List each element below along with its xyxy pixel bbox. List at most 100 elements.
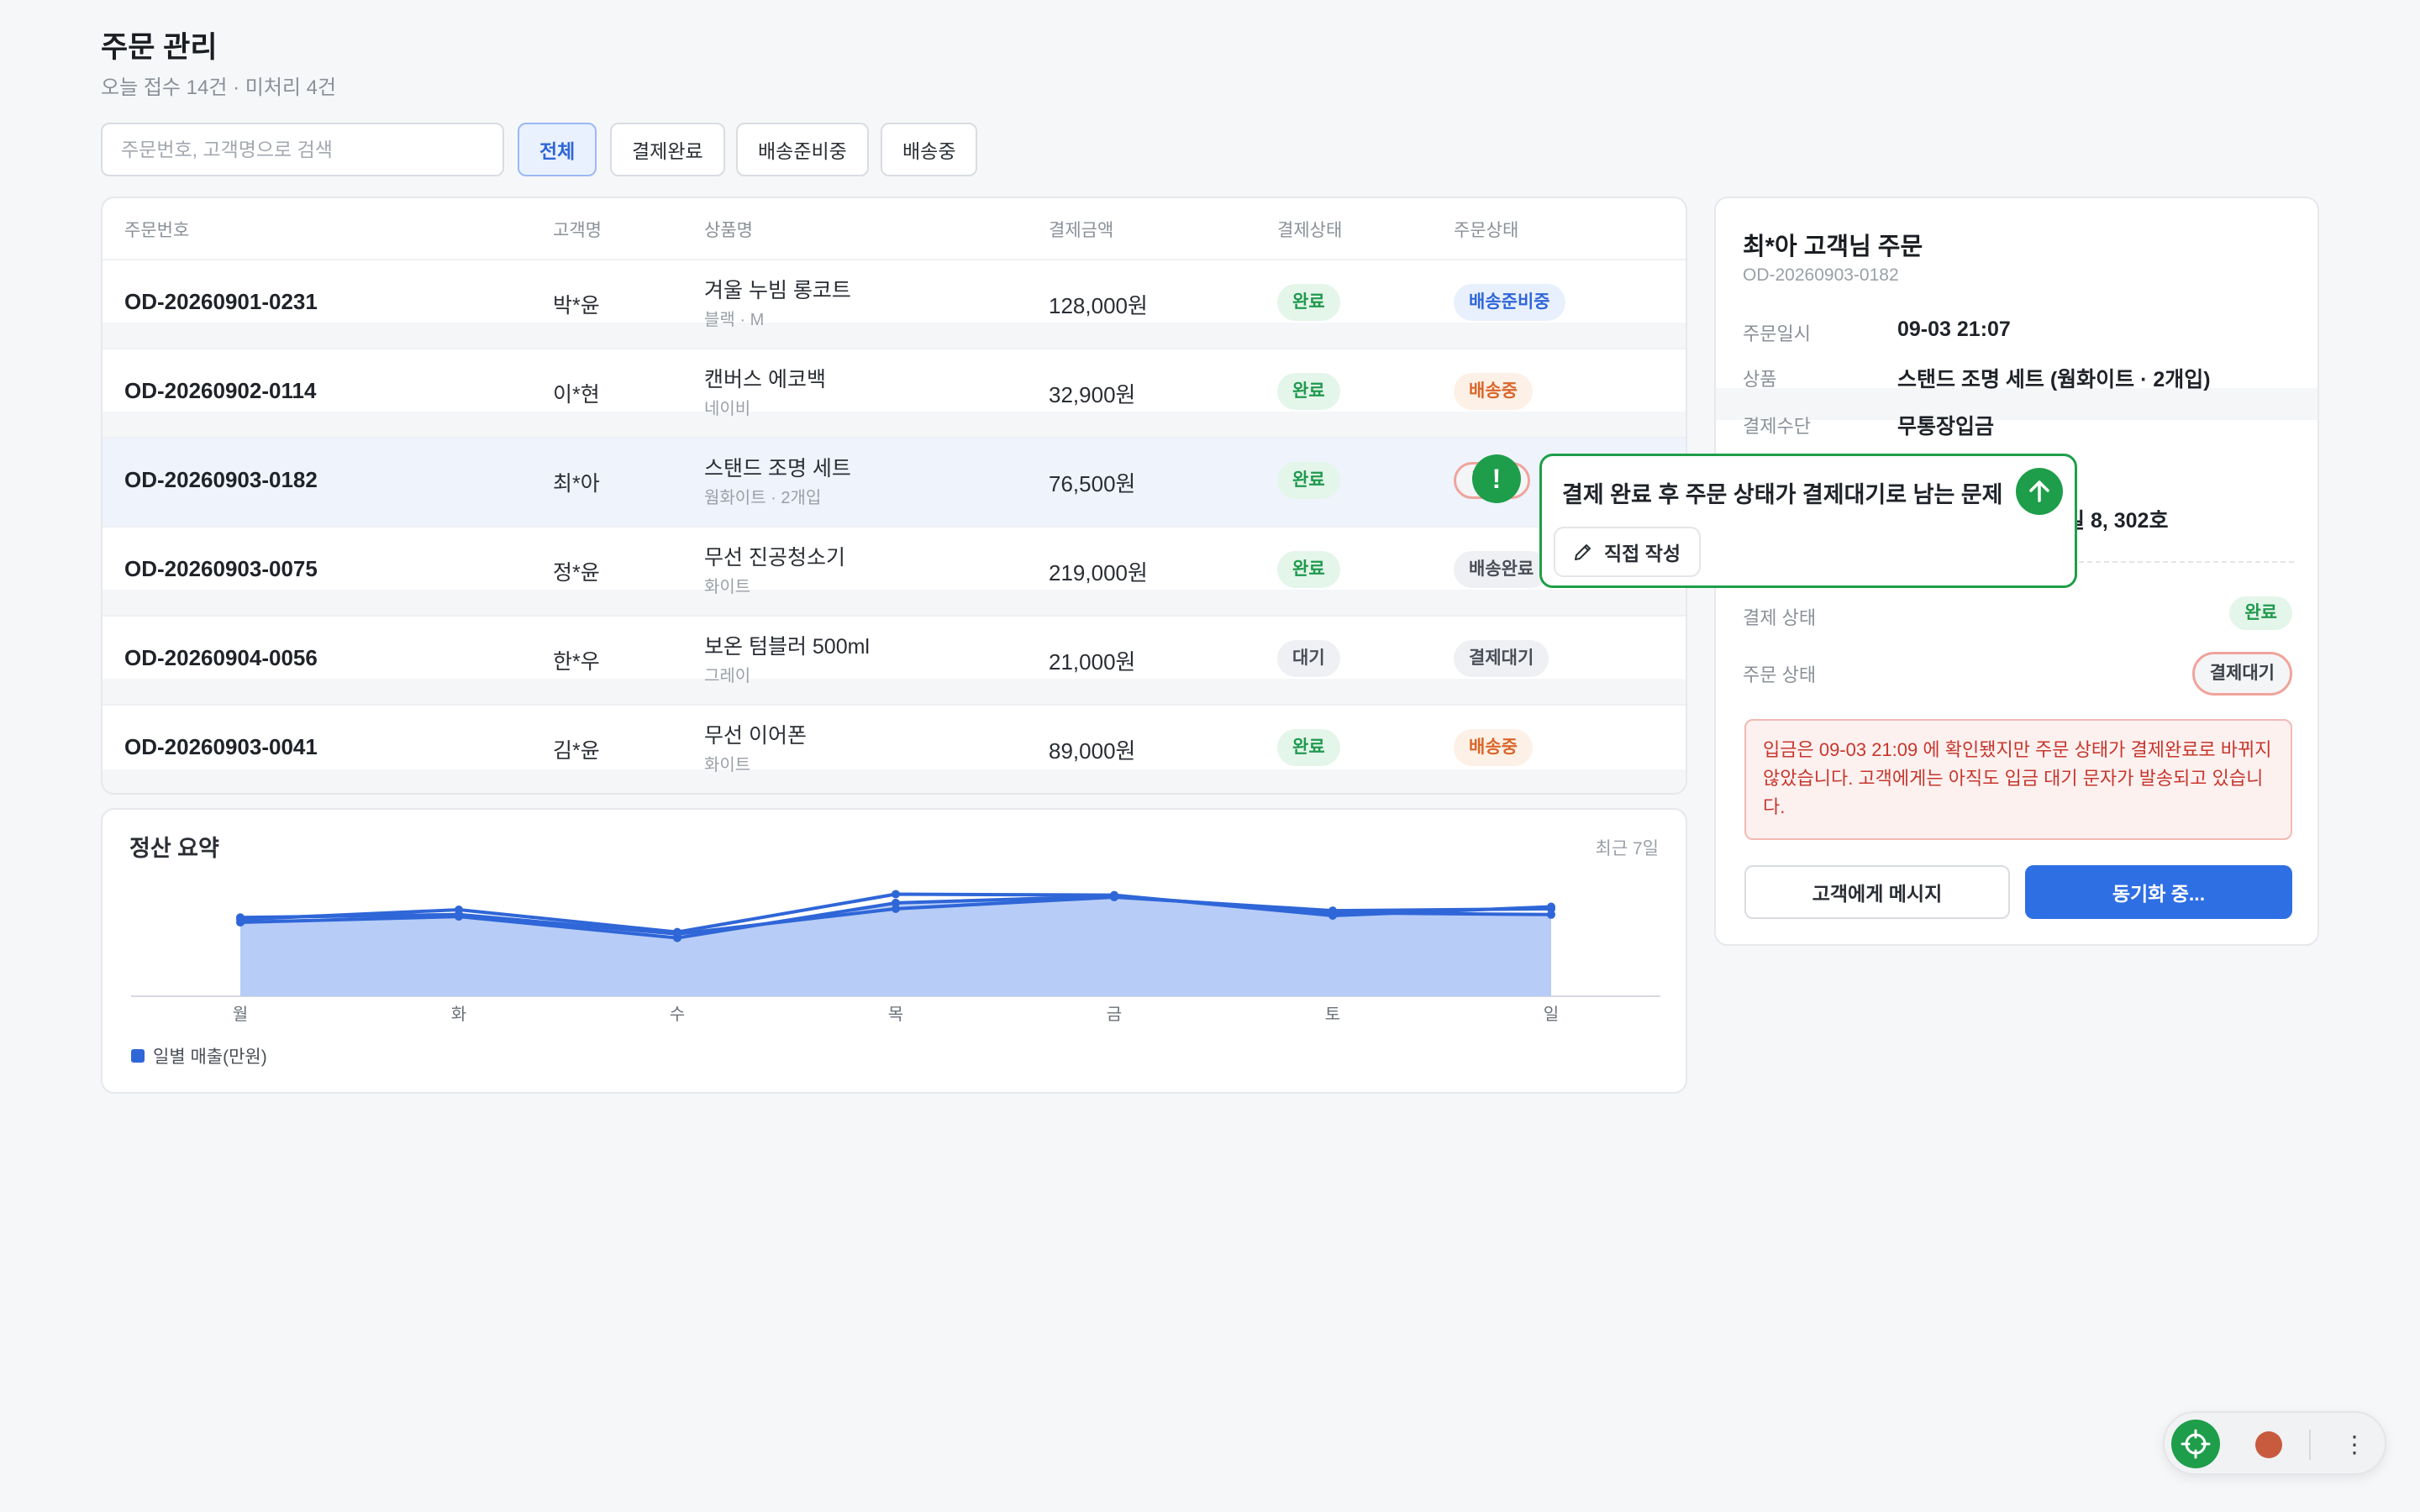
pay-status-badge: 완료 [1277, 551, 1340, 588]
filter-shipping-button[interactable]: 배송중 [881, 123, 978, 176]
detail-title: 최*아 고객님 주문 [1743, 234, 1923, 260]
data-point [1110, 890, 1118, 900]
column-pay-status[interactable]: 결제상태 [1277, 217, 1342, 242]
product-name: 캔버스 에코백 [704, 368, 826, 391]
customer-name: 이*현 [553, 383, 600, 407]
order-number: OD-20260902-0114 [124, 378, 317, 403]
table-row[interactable]: OD-20260903-0041 김*윤 무선 이어폰 화이트 89,000원 … [103, 706, 1686, 793]
product-name: 보온 텀블러 500ml [704, 635, 870, 659]
pay-status-badge: 완료 [1277, 729, 1340, 766]
detail-order-id: OD-20260903-0182 [1743, 265, 1899, 285]
order-amount: 32,900원 [1049, 382, 1136, 407]
arrow-up-icon [2029, 480, 2049, 502]
orders-table: 주문번호 고객명 상품명 결제금액 결제상태 주문상태 OD-20260901-… [101, 197, 1687, 795]
order-status-label: 주문 상태 [1743, 664, 1817, 685]
product-option: 화이트 [704, 756, 751, 774]
pay-status-badge: 대기 [1277, 640, 1340, 677]
pay-status-label: 결제 상태 [1743, 607, 1817, 628]
page-subtitle: 오늘 접수 14건 · 미처리 4건 [101, 76, 337, 99]
message-customer-button[interactable]: 고객에게 메시지 [1744, 865, 2010, 919]
filter-all-button[interactable]: 전체 [518, 123, 597, 176]
order-number: OD-20260903-0182 [124, 467, 318, 492]
legend-label: 일별 매출(만원) [153, 1047, 267, 1067]
data-point [892, 890, 900, 899]
detail-pay-status-badge: 완료 [2229, 596, 2292, 630]
payment-method-label: 결제수단 [1743, 416, 1811, 437]
order-amount: 76,500원 [1049, 471, 1136, 496]
order-number: OD-20260903-0075 [124, 556, 318, 581]
pay-status-badge: 완료 [1277, 284, 1340, 321]
data-point [236, 915, 245, 924]
pencil-icon [1575, 544, 1591, 560]
data-point [1328, 911, 1337, 920]
product-option: 그레이 [704, 667, 751, 685]
legend-swatch [131, 1049, 145, 1063]
table-row[interactable]: OD-20260901-0231 박*윤 겨울 누빔 롱코트 블랙 · M 12… [103, 260, 1686, 349]
chart-legend: 일별 매출(만원) [131, 1043, 267, 1068]
detail-order-status-badge: 결제대기 [2191, 652, 2292, 696]
order-status-badge: 배송중 [1454, 373, 1533, 410]
x-tick-label: 금 [1107, 1005, 1122, 1024]
submit-arrow-button[interactable] [2016, 468, 2063, 515]
table-row[interactable]: OD-20260903-0075 정*윤 무선 진공청소기 화이트 219,00… [103, 528, 1686, 617]
x-tick-label: 일 [1544, 1005, 1559, 1024]
product-name: 겨울 누빔 롱코트 [704, 279, 851, 302]
product-option: 웜화이트 · 2개입 [704, 489, 822, 507]
customer-name: 한*우 [553, 650, 600, 674]
issue-suggestion-text[interactable]: 결제 완료 후 주문 상태가 결제대기로 남는 문제 [1562, 476, 2002, 509]
data-point [892, 904, 900, 913]
issue-popover: 결제 완료 후 주문 상태가 결제대기로 남는 문제 직접 작성 [1539, 454, 2077, 588]
more-options-icon[interactable]: ⋮ [2338, 1426, 2371, 1463]
order-amount: 21,000원 [1049, 649, 1136, 675]
filter-preparing-button[interactable]: 배송준비중 [736, 123, 869, 176]
column-customer[interactable]: 고객명 [553, 217, 602, 242]
toolbar-divider [2309, 1430, 2311, 1460]
order-date-value: 09-03 21:07 [1897, 318, 2011, 341]
order-status-badge: 배송완료 [1454, 551, 1549, 588]
product-option: 블랙 · M [704, 311, 765, 329]
order-amount: 128,000원 [1049, 293, 1148, 318]
pay-status-badge: 완료 [1277, 373, 1340, 410]
customer-name: 김*윤 [553, 739, 600, 763]
crosshair-button[interactable] [2171, 1420, 2220, 1468]
x-tick-label: 토 [1325, 1005, 1340, 1024]
write-manually-label: 직접 작성 [1604, 543, 1681, 564]
search-input[interactable] [101, 123, 504, 176]
sync-error-alert: 입금은 09-03 21:09 에 확인됐지만 주문 상태가 결제완료로 바뀌지… [1744, 719, 2292, 840]
column-order-status[interactable]: 주문상태 [1454, 217, 1518, 242]
product-name: 스탠드 조명 세트 [704, 457, 851, 480]
column-product[interactable]: 상품명 [704, 217, 753, 242]
x-tick-label: 월 [233, 1005, 248, 1024]
warning-icon[interactable]: ! [1472, 454, 1521, 503]
column-amount[interactable]: 결제금액 [1049, 217, 1113, 242]
order-number: OD-20260901-0231 [124, 289, 318, 314]
record-button[interactable] [2255, 1431, 2282, 1458]
product-label: 상품 [1743, 369, 1777, 390]
data-point [673, 927, 681, 937]
sync-button[interactable]: 동기화 중... [2025, 865, 2292, 919]
agent-toolbar: ⋮ [2163, 1411, 2386, 1475]
customer-name: 최*아 [553, 472, 600, 496]
order-status-badge: 배송준비중 [1454, 284, 1565, 321]
page-title: 주문 관리 [101, 31, 218, 64]
customer-name: 박*윤 [553, 294, 600, 318]
write-manually-button[interactable]: 직접 작성 [1554, 527, 1702, 577]
product-option: 네이비 [704, 400, 751, 418]
pay-status-badge: 완료 [1277, 462, 1340, 499]
filter-paid-button[interactable]: 결제완료 [610, 123, 725, 176]
column-order-no[interactable]: 주문번호 [124, 217, 189, 242]
x-tick-label: 목 [888, 1005, 903, 1024]
order-status-badge: 배송중 [1454, 729, 1533, 766]
order-date-label: 주문일시 [1743, 323, 1811, 344]
x-tick-label: 화 [451, 1005, 466, 1024]
order-status-badge: 결제대기 [1454, 640, 1549, 677]
settlement-summary-card: 정산 요약 최근 7일 월화수목금토일 일별 매출(만원) [101, 808, 1687, 1094]
shipping-address-value: 길 8, 302호 [2065, 509, 2169, 533]
table-row-selected[interactable]: OD-20260903-0182 최*아 스탠드 조명 세트 웜화이트 · 2개… [103, 438, 1686, 528]
table-row[interactable]: OD-20260902-0114 이*현 캔버스 에코백 네이비 32,900원… [103, 349, 1686, 438]
data-point [455, 906, 463, 915]
table-row[interactable]: OD-20260904-0056 한*우 보온 텀블러 500ml 그레이 21… [103, 617, 1686, 706]
order-amount: 89,000원 [1049, 738, 1136, 764]
order-number: OD-20260903-0041 [124, 734, 318, 759]
crosshair-icon [2181, 1429, 2211, 1459]
